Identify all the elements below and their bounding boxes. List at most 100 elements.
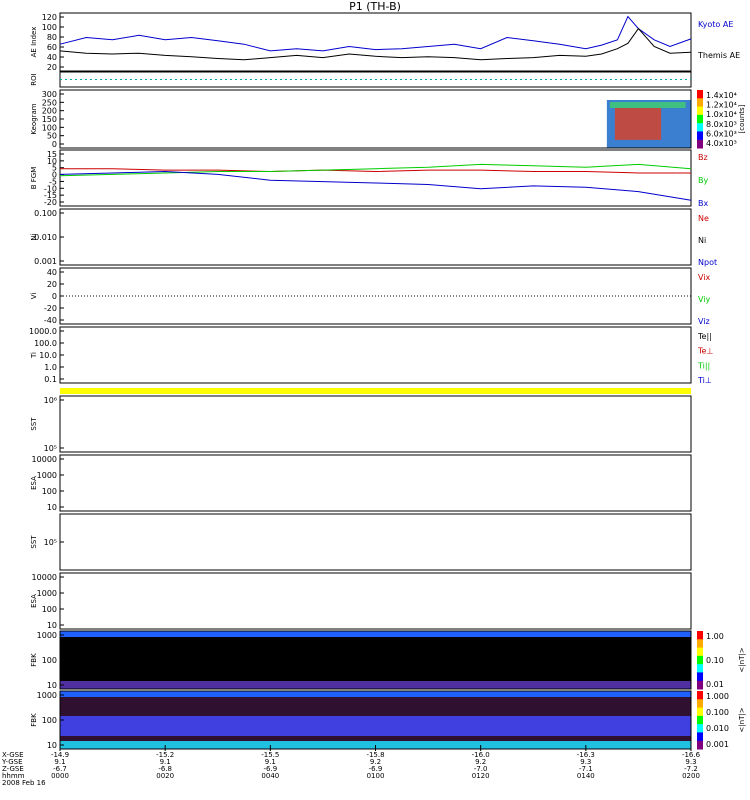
- ti-legend-0: Te||: [697, 332, 712, 341]
- ti-legend-1: Te⊥: [697, 347, 713, 356]
- fbk2-mid-band: [60, 716, 691, 736]
- ae-legend-kyoto-ae: Kyoto AE: [698, 20, 733, 29]
- keogram-colorbar-tick: 1.0x10⁴: [706, 110, 737, 119]
- fbk2-colorbar-step: [697, 732, 703, 742]
- panel-sst2: SST 10⁵: [30, 513, 692, 571]
- sst1-ytick: 10⁵: [44, 444, 57, 453]
- ti-legend-2: Ti||: [697, 361, 710, 370]
- fbk1-top-band: [60, 631, 691, 637]
- keogram-colorbar-step: [697, 123, 703, 132]
- panel-fbk2: FBK 1000 100 10 1.000 0.100 0.010 0.001 <|nT|>: [30, 690, 746, 750]
- plot-title: P1 (TH-B): [349, 0, 401, 13]
- fbk2-colorbar-tick: 1.000: [706, 692, 729, 701]
- keogram-colorbar-tick: 4.0x10³: [706, 139, 737, 148]
- ni-ytick: 0.001: [34, 257, 57, 266]
- vi-ylabel: Vi: [30, 293, 38, 300]
- bottom-axis: X-GSEY-GSEZ-GSEhhmm2008 Feb 16-14.99.1-6…: [1, 745, 701, 787]
- fbk1-colorbar-step: [697, 664, 703, 673]
- ae-ytick: 120: [42, 13, 57, 22]
- bottom-tick-label: 0120: [472, 772, 490, 780]
- ae-ylabel: AE Index: [30, 27, 38, 58]
- ae-ytick: 40: [47, 53, 57, 62]
- sst2-ytick: 10⁵: [44, 538, 57, 547]
- ni-ytick: 0.010: [34, 233, 57, 242]
- fbk2-ytick: 10: [47, 741, 57, 750]
- fbk2-colorbar-step: [697, 691, 703, 700]
- fbk2-colorbar: 1.000 0.100 0.010 0.001 <|nT|>: [697, 691, 746, 750]
- keogram-colorbar-step: [697, 106, 703, 116]
- fbk2-colorbar-tick: 0.010: [706, 724, 729, 733]
- fbk2-ytick: 1000: [37, 691, 57, 700]
- yellow-band: [60, 388, 691, 394]
- fbk2-colorbar-label: <|nT|>: [738, 707, 746, 732]
- keogram-colorbar-tick: 1.2x10⁴: [706, 101, 737, 110]
- fbk1-colorbar-step: [697, 680, 703, 690]
- ni-ytick: 0.100: [34, 209, 57, 218]
- bfgm-ylabel: B FGM: [30, 167, 38, 190]
- ti-ytick: 1.0: [44, 363, 57, 372]
- sst1-ytick: 10⁶: [44, 396, 57, 405]
- fbk1-bottom-band: [60, 681, 691, 689]
- sst2-ylabel: SST: [30, 535, 38, 549]
- panel-sst1: SST 10⁶ 10⁵: [30, 388, 692, 453]
- fbk2-colorbar-tick: 0.001: [706, 740, 729, 749]
- vi-ytick: 40: [47, 268, 57, 277]
- panel-roi: ROI: [30, 71, 692, 88]
- panel-vi: Vi 40 20 0 -20 -40 Vix Viy Viz: [30, 267, 711, 326]
- ae-legend-themis-ae: Themis AE: [697, 51, 740, 60]
- esa2-ytick: 100: [42, 605, 57, 614]
- keogram-band: [609, 102, 686, 108]
- keogram-colorbar-tick: 6.0x10³: [706, 129, 737, 138]
- ti-ytick: 10.0: [39, 351, 57, 360]
- fbk1-colorbar-tick: 0.01: [706, 680, 724, 689]
- fbk2-colorbar-step: [697, 724, 703, 733]
- fbk1-colorbar-step: [697, 672, 703, 682]
- roi-ylabel: ROI: [30, 73, 38, 85]
- bottom-tick-label: 0040: [261, 772, 279, 780]
- ti-ytick: 100.0: [34, 339, 57, 348]
- bfgm-ytick: -20: [44, 198, 57, 207]
- vi-legend-1: Viy: [698, 295, 711, 304]
- keogram-colorbar-step: [697, 98, 703, 108]
- keogram-hotspot: [614, 108, 662, 140]
- keogram-colorbar-step: [697, 131, 703, 141]
- vi-legend-0: Vix: [698, 273, 711, 282]
- keogram-ylabel: Keogram: [30, 103, 38, 134]
- sst2-frame: [59, 513, 692, 571]
- panel-ae: AE Index 12010080604020 Kyoto AE Themis AE: [30, 12, 740, 72]
- bottom-tick-label: 0100: [367, 772, 385, 780]
- keogram-colorbar-tick: 8.0x10³: [706, 120, 737, 129]
- fbk1-ytick: 100: [42, 656, 57, 665]
- panel-esa2: ESA10000100010010: [30, 572, 692, 630]
- keogram-colorbar-tick: 1.4x10⁴: [706, 91, 737, 100]
- ae-ytick: 60: [47, 43, 57, 52]
- ae-ytick: 20: [47, 63, 57, 72]
- fbk2-colorbar-step: [697, 699, 703, 709]
- fbk1-colorbar-step: [697, 647, 703, 657]
- ni-legend-0: Ne: [698, 214, 709, 223]
- keogram-colorbar-step: [697, 90, 703, 99]
- keogram-colorbar-label: [counts]: [738, 104, 746, 133]
- bfgm-series-line: [59, 170, 692, 201]
- bfgm-frame: [59, 149, 692, 207]
- esa1-ytick: 10000: [32, 455, 57, 464]
- sst1-frame: [59, 395, 692, 453]
- fbk1-colorbar-step: [697, 631, 703, 640]
- ti-ylabel: Ti: [30, 352, 38, 359]
- ti-frame: [59, 326, 692, 384]
- vi-legend-2: Viz: [698, 317, 710, 326]
- bottom-tick-label: 0000: [51, 772, 69, 780]
- esa1-ytick: 10: [47, 503, 57, 512]
- esa2-frame: [59, 572, 692, 630]
- sst1-ylabel: SST: [30, 417, 38, 431]
- bottom-tick-label: 0140: [577, 772, 595, 780]
- fbk2-colorbar-step: [697, 707, 703, 717]
- panel-ti: Ti 1000.0 100.0 10.0 1.0 0.1 Te|| Te⊥ Ti|| Ti⊥: [29, 326, 713, 385]
- esa2-ytick: 10: [47, 621, 57, 630]
- ti-ytick: 0.1: [44, 375, 57, 384]
- fbk1-ytick: 1000: [37, 631, 57, 640]
- fbk2-top-band: [60, 691, 691, 697]
- esa2-ytick: 10000: [32, 573, 57, 582]
- panel-bfgm: B FGM151050-5-10-15-20BzByBx: [30, 149, 708, 208]
- fbk1-colorbar-tick: 0.10: [706, 656, 724, 665]
